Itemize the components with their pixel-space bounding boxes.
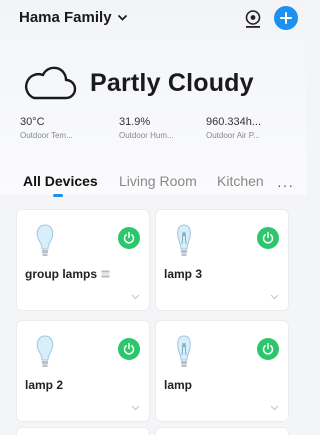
filament-bulb-icon: [177, 224, 191, 256]
power-toggle[interactable]: [118, 338, 140, 360]
tab-kitchen[interactable]: Kitchen: [217, 173, 264, 189]
chevron-down-icon[interactable]: [131, 405, 140, 411]
chevron-down-icon: [117, 14, 127, 21]
cloud-icon: [24, 66, 77, 100]
power-icon: [123, 231, 135, 244]
device-name: group lamps: [25, 267, 98, 281]
add-device-button[interactable]: [274, 6, 298, 30]
device-name: lamp 2: [25, 378, 64, 392]
device-name: lamp 3: [164, 267, 203, 281]
device-card-lamp-2[interactable]: lamp 2: [16, 320, 150, 422]
bulb-icon: [36, 335, 54, 367]
device-card-group-lamps[interactable]: group lamps: [16, 209, 150, 311]
filament-bulb-icon: [177, 335, 191, 367]
chevron-down-icon[interactable]: [270, 294, 279, 300]
more-icon[interactable]: ···: [277, 177, 294, 193]
power-toggle[interactable]: [257, 227, 279, 249]
stat-temperature: 30°C Outdoor Tem...: [20, 116, 110, 140]
device-name-row: lamp: [164, 378, 192, 392]
device-name: lamp: [164, 378, 193, 392]
home-selector[interactable]: Hama Family: [19, 9, 128, 26]
device-card-lamp-3[interactable]: lamp 3: [155, 209, 289, 311]
top-bar: Hama Family: [0, 0, 306, 40]
device-name-row: group lamps: [25, 267, 110, 281]
device-card-partial[interactable]: [16, 427, 150, 435]
device-name-row: lamp 3: [164, 267, 202, 281]
stat-value: 960.334h...: [206, 116, 262, 128]
home-name: Hama Family: [19, 9, 112, 26]
group-icon: [101, 270, 110, 278]
power-icon: [262, 342, 274, 355]
room-tabs: All Devices Living Room Kitchen ···: [0, 170, 306, 202]
bulb-icon: [36, 224, 54, 256]
stat-value: 31.9%: [119, 116, 151, 128]
stat-air-pressure: 960.334h... Outdoor Air P...: [206, 116, 296, 140]
power-toggle[interactable]: [118, 227, 140, 249]
camera-icon[interactable]: [243, 9, 263, 29]
chevron-down-icon[interactable]: [270, 405, 279, 411]
active-tab-indicator: [53, 194, 63, 197]
stat-value: 30°C: [20, 116, 45, 128]
stat-label: Outdoor Hum...: [119, 131, 174, 140]
device-card-partial[interactable]: [155, 427, 289, 435]
tab-all-devices[interactable]: All Devices: [23, 173, 98, 189]
tab-living-room[interactable]: Living Room: [119, 173, 197, 189]
device-card-lamp[interactable]: lamp: [155, 320, 289, 422]
stat-label: Outdoor Air P...: [206, 131, 260, 140]
power-icon: [123, 342, 135, 355]
stat-label: Outdoor Tem...: [20, 131, 73, 140]
chevron-down-icon[interactable]: [131, 294, 140, 300]
stat-humidity: 31.9% Outdoor Hum...: [119, 116, 209, 140]
device-name-row: lamp 2: [25, 378, 63, 392]
weather-condition: Partly Cloudy: [90, 68, 254, 97]
power-toggle[interactable]: [257, 338, 279, 360]
power-icon: [262, 231, 274, 244]
weather-summary: Partly Cloudy: [20, 63, 254, 103]
